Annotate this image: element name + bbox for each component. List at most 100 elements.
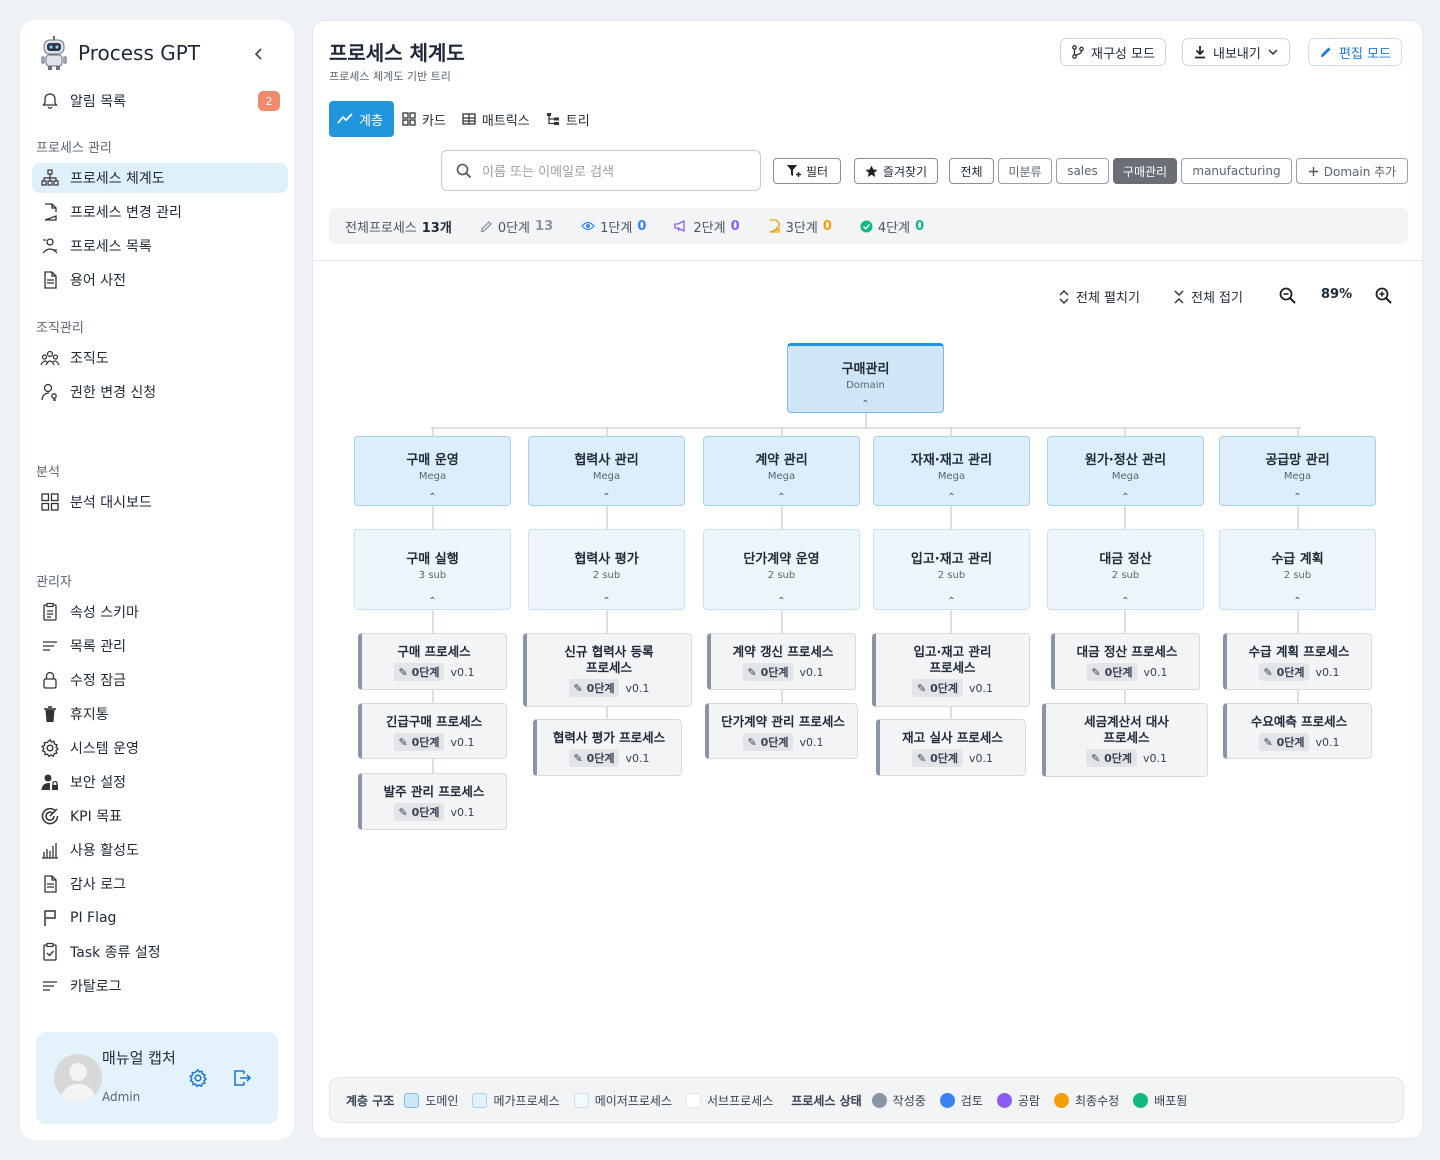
edit-mode-button[interactable]: 편집 모드: [1308, 38, 1402, 66]
logout-icon[interactable]: [232, 1068, 252, 1088]
avatar-silhouette-icon: [60, 1063, 96, 1102]
process-card[interactable]: 수요예측 프로세스 ✎ 0단계 v0.1: [1223, 703, 1372, 759]
sidebar-item-label: 분석 대시보드: [70, 495, 152, 511]
process-card[interactable]: 수급 계획 프로세스 ✎ 0단계 v0.1: [1223, 633, 1372, 690]
collapse-caret-icon[interactable]: ⌃: [529, 596, 684, 607]
tab-matrix[interactable]: 매트릭스: [454, 101, 538, 137]
domain-chip-manufacturing[interactable]: manufacturing: [1181, 158, 1292, 184]
stat-stage-label: 3단계: [785, 220, 818, 236]
search-input[interactable]: 이름 또는 이메일로 검색: [441, 150, 761, 191]
sidebar-item-task-type[interactable]: Task 종류 설정: [32, 937, 288, 967]
collapse-caret-icon[interactable]: ⌃: [1220, 492, 1375, 503]
domain-chip-purchasing[interactable]: 구매관리: [1113, 158, 1177, 184]
node-sub: 2 sub: [1111, 570, 1140, 581]
process-card[interactable]: 구매 프로세스 ✎ 0단계 v0.1: [358, 633, 507, 690]
mega-node[interactable]: 협력사 관리 Mega ⌃: [528, 436, 685, 506]
settings-gear-icon[interactable]: [188, 1068, 208, 1088]
sidebar-item-list-management[interactable]: 목록 관리: [32, 631, 288, 661]
major-node[interactable]: 협력사 평가 2 sub ⌃: [528, 529, 685, 610]
filter-button[interactable]: 필터: [773, 158, 841, 184]
sidebar-item-label: 권한 변경 신청: [70, 385, 157, 401]
collapse-all-button[interactable]: 전체 접기: [1173, 287, 1243, 306]
collapse-caret-icon[interactable]: ⌃: [788, 399, 943, 410]
process-card[interactable]: 세금계산서 대사 프로세스 ✎ 0단계 v0.1: [1042, 703, 1208, 777]
sidebar-item-system-operation[interactable]: 시스템 운영: [32, 733, 288, 763]
sidebar-item-audit-log[interactable]: 감사 로그: [32, 869, 288, 899]
sidebar-item-pi-flag[interactable]: PI Flag: [32, 903, 288, 933]
mega-node[interactable]: 원가·정산 관리 Mega ⌃: [1047, 436, 1204, 506]
node-title: 공급망 관리: [1265, 453, 1330, 468]
sidebar-item-analytics-dashboard[interactable]: 분석 대시보드: [32, 487, 288, 517]
restructure-mode-button[interactable]: 재구성 모드: [1060, 38, 1166, 66]
stat-total: 전체프로세스 13개: [345, 217, 452, 236]
sidebar-item-process-list[interactable]: 프로세스 목록: [32, 231, 288, 261]
megaphone-icon: [674, 220, 686, 232]
sidebar-item-attribute-schema[interactable]: 속성 스키마: [32, 597, 288, 627]
tab-tree[interactable]: 트리: [538, 101, 598, 137]
zoom-in-button[interactable]: [1375, 287, 1392, 304]
collapse-caret-icon[interactable]: ⌃: [355, 492, 510, 503]
expand-all-button[interactable]: 전체 펼치기: [1058, 287, 1140, 306]
collapse-caret-icon[interactable]: ⌃: [1048, 596, 1203, 607]
legend-label: 메이저프로세스: [594, 1093, 672, 1108]
sidebar-item-security[interactable]: 보안 설정: [32, 767, 288, 797]
zoom-level: 89%: [1321, 287, 1353, 302]
sidebar-item-catalog[interactable]: 카탈로그: [32, 971, 288, 1001]
collapse-caret-icon[interactable]: ⌃: [704, 492, 859, 503]
user-key-icon: [41, 383, 57, 401]
domain-chip-unclassified[interactable]: 미분류: [998, 158, 1052, 184]
process-card[interactable]: 입고·재고 관리 프로세스 ✎ 0단계 v0.1: [872, 633, 1030, 707]
collapse-caret-icon[interactable]: ⌃: [704, 596, 859, 607]
collapse-caret-icon[interactable]: ⌃: [874, 492, 1029, 503]
sidebar-item-trash[interactable]: 휴지통: [32, 699, 288, 729]
stage-badge: ✎ 0단계: [393, 803, 445, 821]
process-card[interactable]: 협력사 평가 프로세스 ✎ 0단계 v0.1: [533, 719, 682, 776]
sidebar-item-process-hierarchy[interactable]: 프로세스 체계도: [32, 163, 288, 193]
domain-node[interactable]: 구매관리 Domain ⌃: [787, 343, 944, 413]
major-node[interactable]: 입고·재고 관리 2 sub ⌃: [873, 529, 1030, 610]
collapse-caret-icon[interactable]: ⌃: [1220, 596, 1375, 607]
sidebar-item-edit-lock[interactable]: 수정 잠금: [32, 665, 288, 695]
major-node[interactable]: 단가계약 운영 2 sub ⌃: [703, 529, 860, 610]
process-card[interactable]: 긴급구매 프로세스 ✎ 0단계 v0.1: [358, 703, 507, 759]
collapse-caret-icon[interactable]: ⌃: [1048, 492, 1203, 503]
collapse-sidebar-button[interactable]: [252, 46, 266, 65]
tab-label: 매트릭스: [481, 113, 530, 129]
sidebar-item-notifications[interactable]: 알림 목록 2: [32, 86, 288, 116]
major-node[interactable]: 구매 실행 3 sub ⌃: [354, 529, 511, 610]
brand[interactable]: Process GPT: [38, 36, 200, 70]
sidebar-item-glossary[interactable]: 용어 사전: [32, 265, 288, 295]
collapse-caret-icon[interactable]: ⌃: [529, 492, 684, 503]
mega-node[interactable]: 구매 운영 Mega ⌃: [354, 436, 511, 506]
favorites-button[interactable]: 즐겨찾기: [854, 158, 938, 184]
process-card[interactable]: 신규 협력사 등록 프로세스 ✎ 0단계 v0.1: [523, 633, 692, 707]
sidebar-item-process-change[interactable]: 프로세스 변경 관리: [32, 197, 288, 227]
process-card[interactable]: 계약 갱신 프로세스 ✎ 0단계 v0.1: [707, 633, 856, 690]
domain-chip-sales[interactable]: sales: [1056, 158, 1109, 184]
sidebar-item-kpi[interactable]: KPI 목표: [32, 801, 288, 831]
process-card[interactable]: 재고 실사 프로세스 ✎ 0단계 v0.1: [876, 719, 1026, 776]
eye-icon: [581, 221, 595, 231]
avatar[interactable]: [54, 1054, 102, 1102]
sidebar-item-usage-activity[interactable]: 사용 활성도: [32, 835, 288, 865]
mega-node[interactable]: 자재·재고 관리 Mega ⌃: [873, 436, 1030, 506]
view-tabs: 계층 카드 매트릭스 트리: [329, 101, 598, 137]
sidebar-item-permission-request[interactable]: 권한 변경 신청: [32, 377, 288, 407]
node-title: 구매관리: [841, 362, 890, 377]
process-card[interactable]: 대금 정산 프로세스 ✎ 0단계 v0.1: [1051, 633, 1200, 690]
mega-node[interactable]: 공급망 관리 Mega ⌃: [1219, 436, 1376, 506]
collapse-caret-icon[interactable]: ⌃: [355, 596, 510, 607]
tab-card[interactable]: 카드: [394, 101, 454, 137]
process-card[interactable]: 단가계약 관리 프로세스 ✎ 0단계 v0.1: [705, 703, 858, 759]
major-node[interactable]: 수급 계획 2 sub ⌃: [1219, 529, 1376, 610]
domain-chip-all[interactable]: 전체: [949, 158, 994, 184]
process-card[interactable]: 발주 관리 프로세스 ✎ 0단계 v0.1: [358, 773, 507, 830]
add-domain-button[interactable]: Domain 추가: [1296, 158, 1408, 184]
collapse-caret-icon[interactable]: ⌃: [874, 596, 1029, 607]
zoom-out-button[interactable]: [1279, 287, 1296, 304]
mega-node[interactable]: 계약 관리 Mega ⌃: [703, 436, 860, 506]
tab-hierarchy[interactable]: 계층: [329, 101, 394, 137]
sidebar-item-org-chart[interactable]: 조직도: [32, 343, 288, 373]
export-button[interactable]: 내보내기: [1182, 38, 1290, 66]
major-node[interactable]: 대금 정산 2 sub ⌃: [1047, 529, 1204, 610]
